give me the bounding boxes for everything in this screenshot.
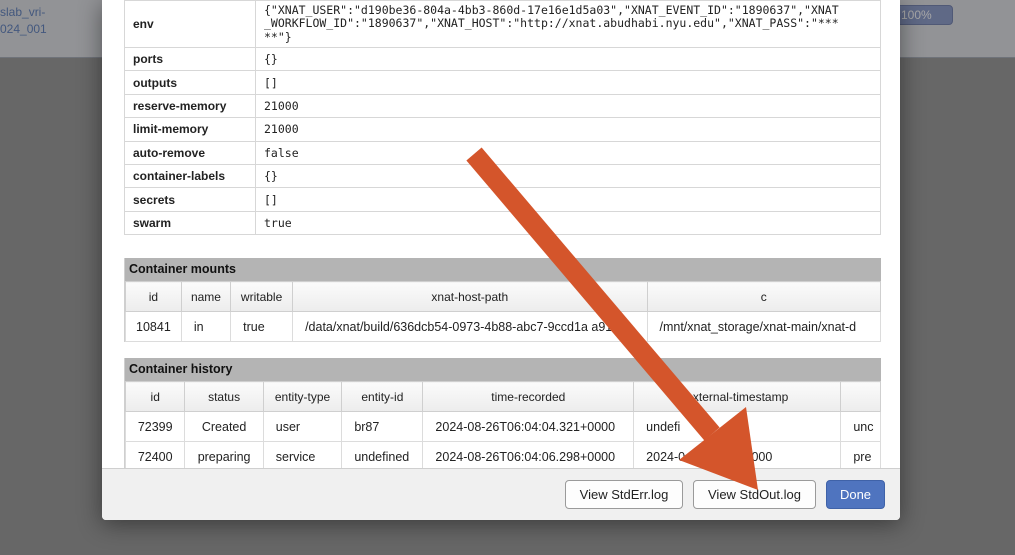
column-header[interactable]: c — [646, 281, 881, 312]
property-key: env — [124, 0, 256, 48]
property-key: container-labels — [124, 163, 256, 189]
property-row-env: env {"XNAT_USER":"d190be36-804a-4bb3-860… — [124, 0, 881, 48]
view-stdout-button[interactable]: View StdOut.log — [693, 480, 816, 509]
property-key: ports — [124, 46, 256, 72]
container-details-dialog: env {"XNAT_USER":"d190be36-804a-4bb3-860… — [102, 0, 900, 520]
property-value: [] — [255, 70, 881, 95]
env-line-3: **"} — [264, 29, 292, 44]
column-header[interactable]: entity-type — [262, 381, 343, 412]
property-key: limit-memory — [124, 117, 256, 142]
table-cell: unc — [840, 411, 881, 442]
container-mounts-section[interactable]: Container mounts id name writable xnat-h… — [124, 258, 881, 342]
property-value: true — [255, 210, 881, 236]
column-header[interactable]: external-timestamp — [633, 381, 842, 412]
dialog-body[interactable]: env {"XNAT_USER":"d190be36-804a-4bb3-860… — [102, 0, 900, 468]
property-value: {} — [255, 46, 881, 72]
table-cell: pre — [840, 441, 881, 468]
table-cell: 72399 — [125, 411, 186, 442]
mounts-header-row: id name writable xnat-host-path c — [125, 281, 881, 312]
table-cell: service — [262, 441, 343, 468]
table-cell: Created — [184, 411, 264, 442]
property-row-outputs: outputs [] — [124, 70, 881, 95]
property-row-swarm: swarm true — [124, 210, 881, 236]
column-header[interactable]: writable — [230, 281, 294, 312]
property-value: 21000 — [255, 93, 881, 119]
table-cell: user — [262, 411, 343, 442]
column-header[interactable]: time-recorded — [422, 381, 635, 412]
table-cell: /mnt/xnat_storage/xnat-main/xnat-d — [646, 311, 881, 342]
column-header[interactable]: status — [184, 381, 264, 412]
table-cell: 72400 — [125, 441, 186, 468]
done-button[interactable]: Done — [826, 480, 885, 509]
column-header[interactable]: name — [180, 281, 232, 312]
table-cell: undefined — [341, 441, 424, 468]
table-cell: br87 — [341, 411, 424, 442]
container-history-title: Container history — [125, 358, 881, 381]
column-header[interactable]: xnat-host-path — [292, 281, 648, 312]
property-row-reserve-memory: reserve-memory 21000 — [124, 93, 881, 119]
table-cell: 10841 — [125, 311, 182, 342]
property-key: reserve-memory — [124, 93, 256, 119]
column-header[interactable] — [840, 381, 881, 412]
table-cell: true — [230, 311, 294, 342]
view-stderr-button[interactable]: View StdErr.log — [565, 480, 683, 509]
container-mounts-title: Container mounts — [125, 258, 881, 281]
table-row: 10841 in true /data/xnat/build/636dcb54-… — [125, 311, 881, 342]
column-header[interactable]: id — [125, 381, 186, 412]
history-header-row: id status entity-type entity-id time-rec… — [125, 381, 881, 412]
container-mounts-table: id name writable xnat-host-path c 10841 … — [125, 281, 881, 342]
property-row-ports: ports {} — [124, 46, 881, 72]
table-row: 72400 preparing service undefined 2024-0… — [125, 441, 881, 468]
property-value: [] — [255, 187, 881, 212]
table-cell: /data/xnat/build/636dcb54-0973-4b88-abc7… — [292, 311, 648, 342]
property-key: secrets — [124, 187, 256, 212]
column-header[interactable]: id — [125, 281, 182, 312]
container-history-section[interactable]: Container history id status entity-type … — [124, 358, 881, 468]
property-key: auto-remove — [124, 140, 256, 165]
property-value: false — [255, 140, 881, 165]
table-cell: in — [180, 311, 232, 342]
container-properties-table: env {"XNAT_USER":"d190be36-804a-4bb3-860… — [124, 0, 881, 236]
env-line-2: _WORKFLOW_ID":"1890637","XNAT_HOST":"htt… — [264, 16, 839, 31]
property-key: swarm — [124, 210, 256, 236]
property-value-env: {"XNAT_USER":"d190be36-804a-4bb3-860d-17… — [255, 0, 881, 48]
property-value: {} — [255, 163, 881, 189]
table-cell: 2024-0 4:04.539+0000 — [633, 441, 842, 468]
property-key: outputs — [124, 70, 256, 95]
env-line-1: {"XNAT_USER":"d190be36-804a-4bb3-860d-17… — [264, 2, 839, 17]
table-cell: 2024-08-26T06:04:04.321+0000 — [422, 411, 635, 442]
table-row: 72399 Created user br87 2024-08-26T06:04… — [125, 411, 881, 442]
property-row-secrets: secrets [] — [124, 187, 881, 212]
table-cell: preparing — [184, 441, 264, 468]
table-cell: 2024-08-26T06:04:06.298+0000 — [422, 441, 635, 468]
table-cell: undefi — [633, 411, 842, 442]
property-row-limit-memory: limit-memory 21000 — [124, 117, 881, 142]
container-history-table: id status entity-type entity-id time-rec… — [125, 381, 881, 468]
column-header[interactable]: entity-id — [341, 381, 424, 412]
property-row-container-labels: container-labels {} — [124, 163, 881, 189]
property-row-auto-remove: auto-remove false — [124, 140, 881, 165]
property-value: 21000 — [255, 117, 881, 142]
